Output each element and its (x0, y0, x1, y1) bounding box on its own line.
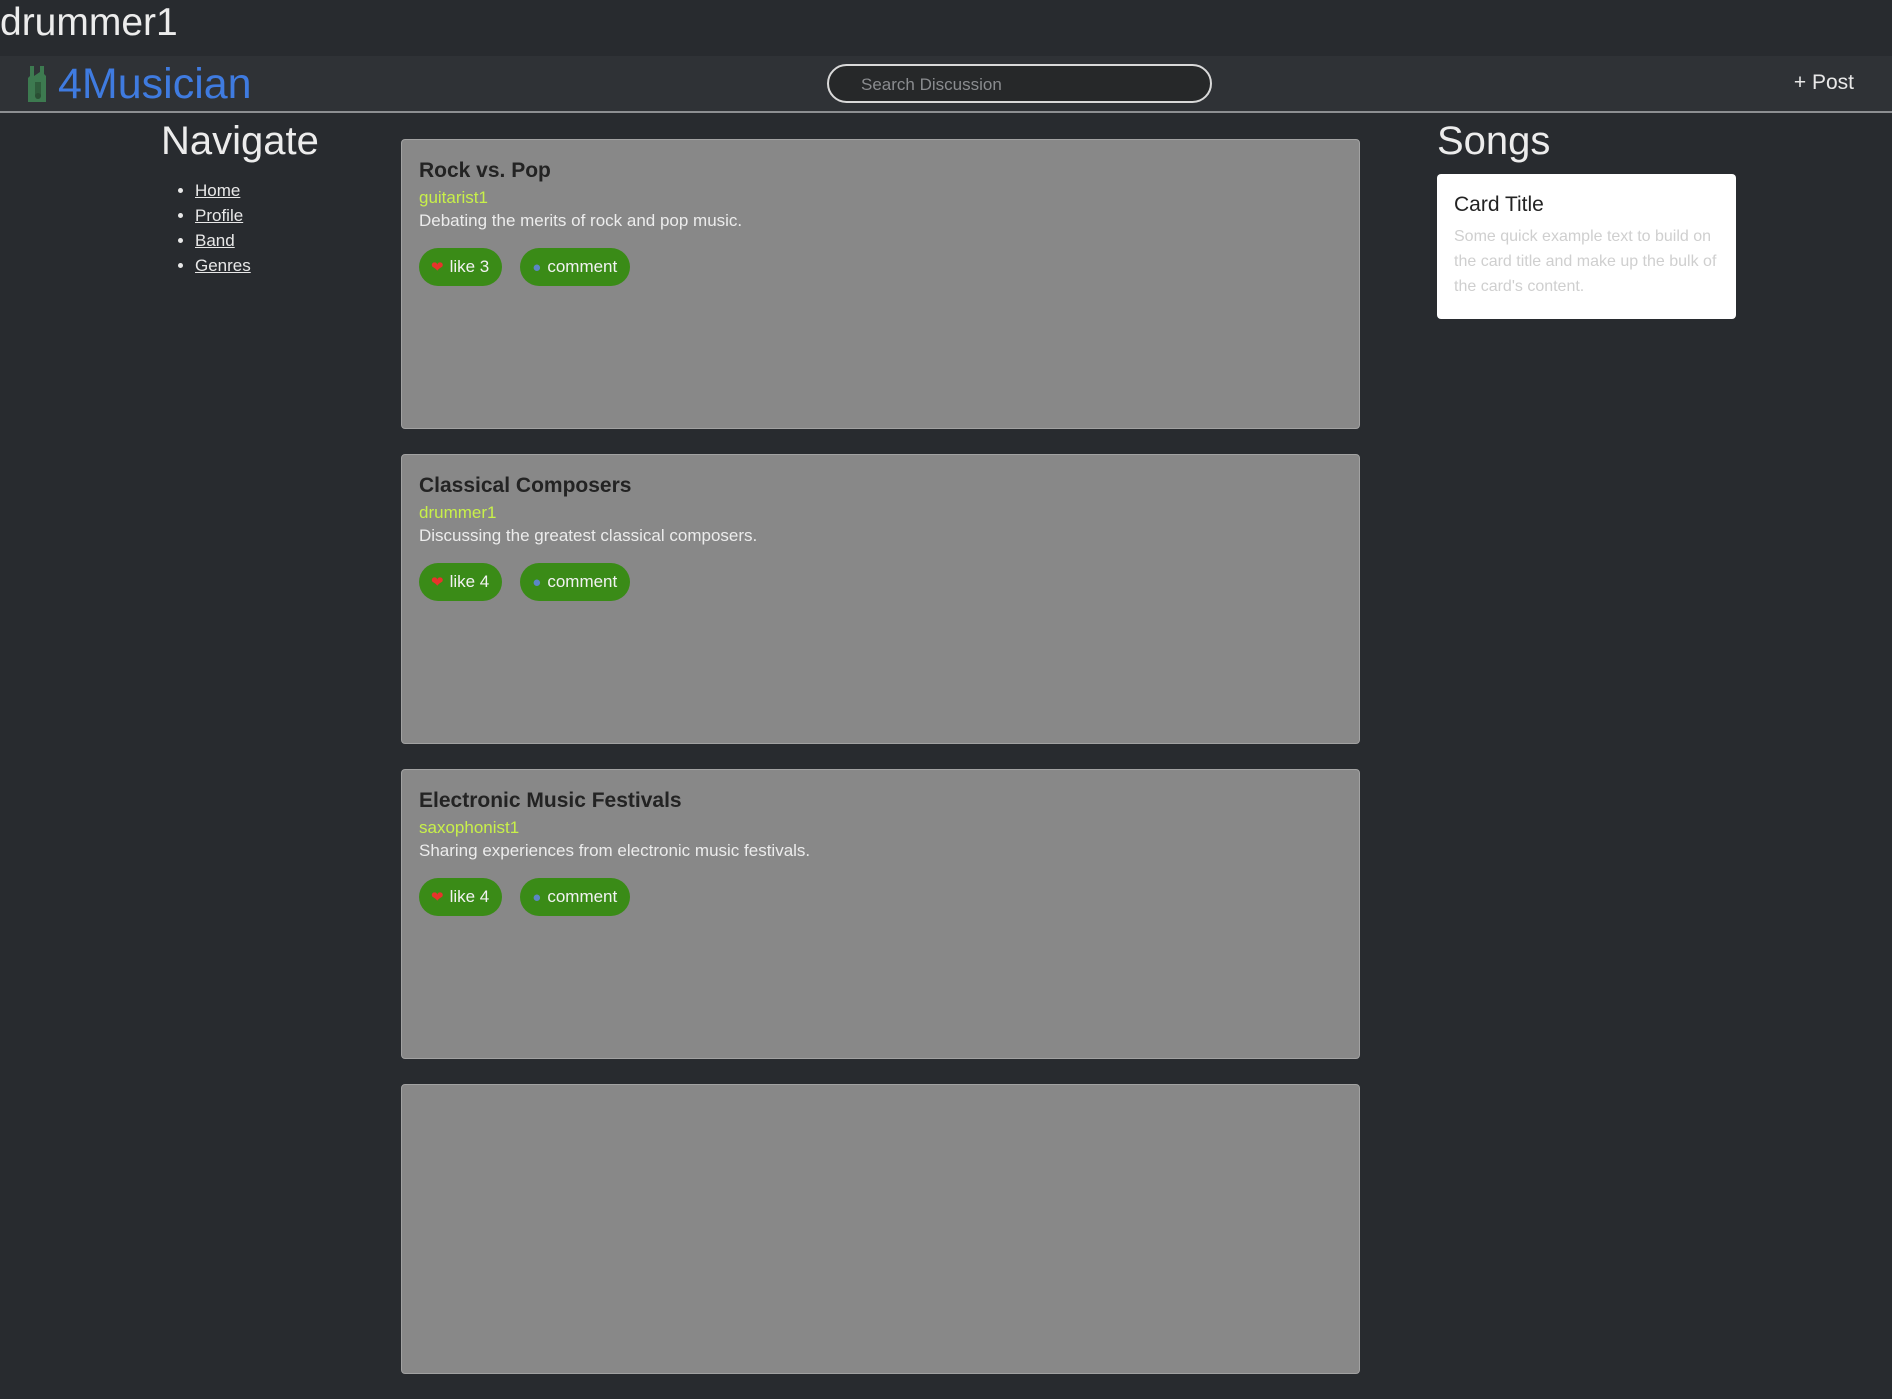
comment-label: comment (547, 257, 618, 276)
post-author[interactable]: saxophonist1 (419, 818, 1342, 838)
post-card[interactable]: Rock vs. Pop guitarist1 Debating the mer… (401, 139, 1360, 429)
song-card[interactable]: Card Title Some quick example text to bu… (1437, 174, 1736, 319)
nav-link-home[interactable]: Home (195, 181, 240, 200)
comment-button[interactable]: ● comment (520, 248, 631, 286)
post-card[interactable]: Electronic Music Festivals saxophonist1 … (401, 769, 1360, 1059)
post-actions: ❤ like 4 ● comment (419, 878, 1342, 916)
guitar-icon (28, 66, 46, 102)
nav-item-genres: Genres (195, 253, 319, 278)
like-label: like 3 (449, 257, 490, 276)
like-button[interactable]: ❤ like 4 (419, 878, 503, 916)
post-author[interactable]: guitarist1 (419, 188, 1342, 208)
post-author[interactable]: drummer1 (419, 503, 1342, 523)
navigate-list: Home Profile Band Genres (161, 178, 319, 278)
post-actions: ❤ like 3 ● comment (419, 248, 1342, 286)
brand-name: 4Musician (58, 60, 252, 108)
nav-item-band: Band (195, 228, 319, 253)
nav-link-band[interactable]: Band (195, 231, 235, 250)
like-label: like 4 (449, 887, 490, 906)
nav-item-home: Home (195, 178, 319, 203)
speech-bubble-icon: ● (532, 888, 542, 906)
post-card[interactable]: Classical Composers drummer1 Discussing … (401, 454, 1360, 744)
song-card-title: Card Title (1454, 193, 1544, 216)
like-button[interactable]: ❤ like 4 (419, 563, 503, 601)
post-description: Sharing experiences from electronic musi… (419, 841, 811, 860)
search-box (827, 64, 1212, 103)
post-title: Rock vs. Pop (419, 159, 551, 182)
comment-button[interactable]: ● comment (520, 563, 631, 601)
brand-link[interactable]: 4Musician (20, 59, 252, 109)
current-username: drummer1 (0, 1, 178, 44)
heart-icon: ❤ (431, 889, 444, 906)
post-card-partial[interactable] (401, 1084, 1360, 1374)
comment-label: comment (547, 887, 618, 906)
nav-link-genres[interactable]: Genres (195, 256, 251, 275)
search-input[interactable] (859, 66, 1203, 103)
like-label: like 4 (449, 572, 490, 591)
post-description: Discussing the greatest classical compos… (419, 526, 758, 545)
speech-bubble-icon: ● (532, 258, 542, 276)
nav-item-profile: Profile (195, 203, 319, 228)
post-title: Electronic Music Festivals (419, 789, 682, 812)
navigate-section: Navigate Home Profile Band Genres (161, 116, 319, 278)
songs-section: Songs Card Title Some quick example text… (1437, 116, 1736, 319)
comment-label: comment (547, 572, 618, 591)
post-actions: ❤ like 4 ● comment (419, 563, 1342, 601)
comment-button[interactable]: ● comment (520, 878, 631, 916)
nav-link-profile[interactable]: Profile (195, 206, 243, 225)
discussion-feed: Rock vs. Pop guitarist1 Debating the mer… (401, 139, 1360, 1399)
new-post-button[interactable]: + Post (1794, 71, 1854, 95)
speech-bubble-icon: ● (532, 573, 542, 591)
like-button[interactable]: ❤ like 3 (419, 248, 503, 286)
navbar: 4Musician + Post (0, 56, 1892, 113)
heart-icon: ❤ (431, 259, 444, 276)
heart-icon: ❤ (431, 574, 444, 591)
song-card-text: Some quick example text to build on the … (1454, 228, 1717, 295)
songs-title: Songs (1437, 119, 1551, 163)
post-title: Classical Composers (419, 474, 632, 497)
post-description: Debating the merits of rock and pop musi… (419, 211, 743, 230)
navigate-title: Navigate (161, 119, 319, 163)
